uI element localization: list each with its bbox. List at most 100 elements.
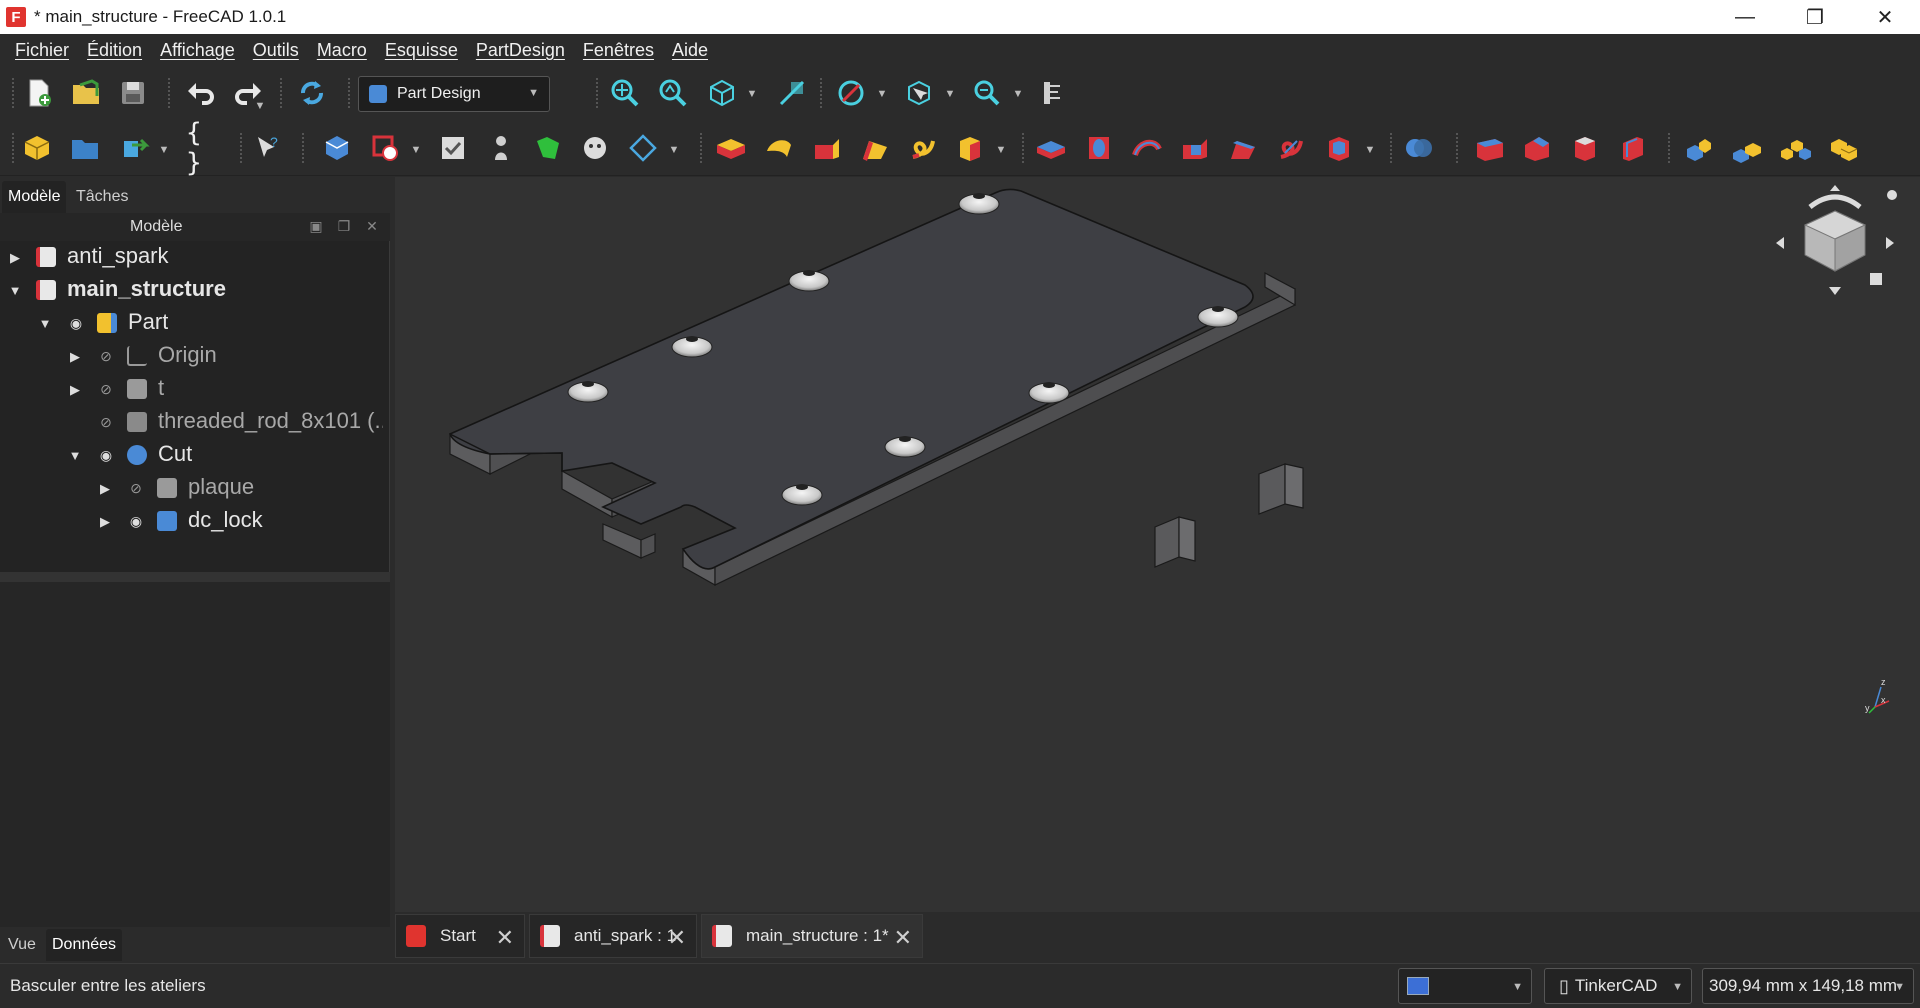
link-icon[interactable] (118, 131, 152, 165)
toolbar-grip[interactable] (12, 78, 16, 108)
menu-fichier[interactable]: Fichier (6, 40, 78, 61)
tree-item-t[interactable]: ▶ ⊘ t (0, 373, 390, 406)
multitransform-icon[interactable] (1826, 131, 1860, 165)
dimensions-display[interactable]: 309,94 mm x 149,18 mm ▼ (1702, 968, 1914, 1004)
draw-style-selector[interactable]: ▼ (1398, 968, 1532, 1004)
refresh-icon[interactable] (295, 76, 329, 110)
menu-fenetres[interactable]: Fenêtres (574, 40, 663, 61)
subtractive-loft-icon[interactable] (1178, 131, 1212, 165)
linear-pattern-icon[interactable] (1730, 131, 1764, 165)
measure-icon[interactable] (775, 76, 809, 110)
tree-item-anti-spark[interactable]: ▶ anti_spark (0, 241, 390, 274)
menu-macro[interactable]: Macro (308, 40, 376, 61)
navigation-cube[interactable] (1770, 185, 1900, 315)
toolbar-grip[interactable] (596, 78, 600, 108)
new-document-icon[interactable] (22, 76, 56, 110)
chevron-down-icon[interactable]: ▼ (254, 100, 266, 112)
chevron-down-icon[interactable]: ▼ (68, 448, 82, 463)
toolbar-grip[interactable] (280, 78, 284, 108)
menu-aide[interactable]: Aide (663, 40, 717, 61)
chamfer-icon[interactable] (1520, 131, 1554, 165)
close-icon[interactable]: ✕ (894, 925, 912, 951)
hole-icon[interactable] (1082, 131, 1116, 165)
create-body-icon[interactable] (320, 131, 354, 165)
menu-edition[interactable]: Édition (78, 40, 151, 61)
chevron-right-icon[interactable]: ▶ (98, 514, 112, 530)
isometric-view-icon[interactable] (705, 76, 739, 110)
chevron-down-icon[interactable]: ▼ (1012, 88, 1024, 100)
datum-plane-icon[interactable] (626, 131, 660, 165)
tab-start[interactable]: Start ✕ (395, 914, 525, 958)
toolbar-grip[interactable] (1390, 133, 1394, 163)
undo-icon[interactable] (184, 76, 218, 110)
tree-item-part[interactable]: ▼ ◉ Part (0, 307, 390, 340)
toolbar-grip[interactable] (240, 133, 244, 163)
tree-item-origin[interactable]: ▶ ⊘ Origin (0, 340, 390, 373)
thickness-icon[interactable] (1616, 131, 1650, 165)
hidden-eye-icon[interactable]: ⊘ (96, 414, 116, 431)
subtractive-helix-icon[interactable] (1274, 131, 1308, 165)
minimize-button[interactable]: — (1710, 0, 1780, 34)
open-folder-icon[interactable] (69, 76, 103, 110)
menu-outils[interactable]: Outils (244, 40, 308, 61)
chevron-down-icon[interactable]: ▼ (1364, 144, 1376, 156)
visible-eye-icon[interactable]: ◉ (126, 513, 146, 530)
tree-item-cut[interactable]: ▼ ◉ Cut (0, 439, 390, 472)
visible-eye-icon[interactable]: ◉ (66, 315, 86, 332)
tab-main-structure[interactable]: main_structure : 1* ✕ (701, 914, 923, 958)
additive-loft-icon[interactable] (810, 131, 844, 165)
revolution-icon[interactable] (762, 131, 796, 165)
additive-pipe-icon[interactable] (858, 131, 892, 165)
validate-sketch-icon[interactable] (436, 131, 470, 165)
create-part-icon[interactable] (20, 131, 54, 165)
fillet-icon[interactable] (1472, 131, 1506, 165)
toolbar-grip[interactable] (168, 78, 172, 108)
clone-icon[interactable] (578, 131, 612, 165)
subshape-binder-icon[interactable] (531, 131, 565, 165)
additive-helix-icon[interactable] (906, 131, 940, 165)
chevron-down-icon[interactable]: ▼ (38, 316, 52, 331)
hidden-eye-icon[interactable]: ⊘ (96, 348, 116, 365)
tree-item-threaded-rod[interactable]: ⊘ threaded_rod_8x101 (.. (0, 406, 390, 439)
menu-partdesign[interactable]: PartDesign (467, 40, 574, 61)
zoom-icon[interactable] (970, 76, 1004, 110)
toolbar-grip[interactable] (12, 133, 16, 163)
menu-affichage[interactable]: Affichage (151, 40, 244, 61)
subtractive-pipe-icon[interactable] (1226, 131, 1260, 165)
create-sketch-icon[interactable] (368, 131, 402, 165)
subtractive-primitive-icon[interactable] (1322, 131, 1356, 165)
toolbar-grip[interactable] (1456, 133, 1460, 163)
navigation-style-selector[interactable]: ▯ TinkerCAD ▼ (1544, 968, 1692, 1004)
pocket-icon[interactable] (1034, 131, 1068, 165)
visible-eye-icon[interactable]: ◉ (96, 447, 116, 464)
chevron-down-icon[interactable]: ▼ (876, 88, 888, 100)
toolbar-grip[interactable] (302, 133, 306, 163)
draw-style-icon[interactable] (834, 76, 868, 110)
toolbar-grip[interactable] (1022, 133, 1026, 163)
restore-button[interactable]: ❐ (1780, 0, 1850, 34)
save-icon[interactable] (116, 76, 150, 110)
chevron-right-icon[interactable]: ▶ (68, 349, 82, 365)
pad-icon[interactable] (714, 131, 748, 165)
toolbar-grip[interactable] (700, 133, 704, 163)
close-icon[interactable]: ✕ (668, 925, 686, 951)
toolbar-grip[interactable] (348, 78, 352, 108)
shape-binder-icon[interactable] (484, 131, 518, 165)
chevron-down-icon[interactable]: ▼ (158, 144, 170, 156)
toolbar-grip[interactable] (820, 78, 824, 108)
groove-icon[interactable] (1130, 131, 1164, 165)
chevron-down-icon[interactable]: ▼ (944, 88, 956, 100)
selection-box-icon[interactable] (902, 76, 936, 110)
tab-vue[interactable]: Vue (2, 929, 42, 961)
close-icon[interactable]: ✕ (496, 925, 514, 951)
tree-item-main-structure[interactable]: ▼ main_structure (0, 274, 390, 307)
workbench-selector[interactable]: Part Design ▼ (358, 76, 550, 112)
panel-splitter[interactable] (0, 572, 390, 582)
chevron-down-icon[interactable]: ▼ (668, 144, 680, 156)
tree-item-plaque[interactable]: ▶ ⊘ plaque (0, 472, 390, 505)
chevron-right-icon[interactable]: ▶ (98, 481, 112, 497)
chevron-right-icon[interactable]: ▶ (8, 250, 22, 266)
chevron-down-icon[interactable]: ▼ (746, 88, 758, 100)
tree-item-dc-lock[interactable]: ▶ ◉ dc_lock (0, 505, 390, 538)
measurement-tool-icon[interactable] (1036, 76, 1070, 110)
